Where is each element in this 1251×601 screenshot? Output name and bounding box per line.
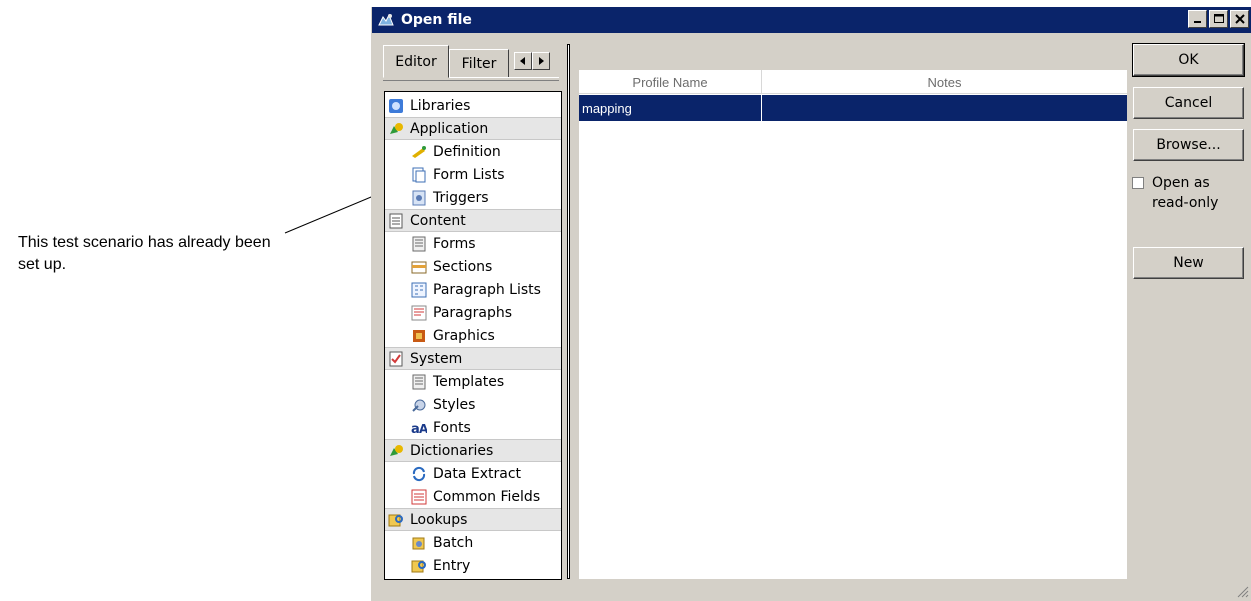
libraries-icon bbox=[388, 98, 404, 114]
tree-item-fonts[interactable]: aA Fonts bbox=[385, 416, 561, 439]
graphics-icon bbox=[411, 328, 427, 344]
list-header: Profile Name Notes bbox=[579, 70, 1127, 94]
tree-item-label: Definition bbox=[433, 143, 501, 160]
app-icon bbox=[377, 11, 395, 29]
dictionaries-icon bbox=[388, 443, 404, 459]
pane-splitter[interactable] bbox=[567, 44, 570, 579]
tree-item-label: Form Lists bbox=[433, 166, 505, 183]
profile-list[interactable]: Profile Name Notes mapping bbox=[579, 70, 1127, 579]
batch-icon bbox=[411, 535, 427, 551]
lookups-icon bbox=[388, 512, 404, 528]
resize-grip-icon[interactable] bbox=[1237, 586, 1249, 598]
tree-item-application[interactable]: Application bbox=[385, 117, 561, 140]
tree-item-sections[interactable]: Sections bbox=[385, 255, 561, 278]
tab-strip: Editor Filter bbox=[383, 45, 559, 83]
tree-item-forms[interactable]: Forms bbox=[385, 232, 561, 255]
table-row[interactable]: mapping bbox=[579, 95, 1127, 121]
tree-item-content[interactable]: Content bbox=[385, 209, 561, 232]
tree-item-label: Dictionaries bbox=[410, 442, 494, 459]
category-tree[interactable]: Libraries Application Definition Form Lists… bbox=[384, 91, 562, 580]
tree-item-label: Lookups bbox=[410, 511, 468, 528]
common-fields-icon bbox=[411, 489, 427, 505]
triggers-icon bbox=[411, 190, 427, 206]
tree-item-label: Paragraph Lists bbox=[433, 281, 541, 298]
ok-button[interactable]: OK bbox=[1132, 43, 1245, 77]
definition-icon bbox=[411, 144, 427, 160]
tab-editor[interactable]: Editor bbox=[383, 45, 449, 78]
column-header-notes[interactable]: Notes bbox=[762, 70, 1127, 94]
tree-item-label: Batch bbox=[433, 534, 474, 551]
tree-item-system[interactable]: System bbox=[385, 347, 561, 370]
tree-item-common-fields[interactable]: Common Fields bbox=[385, 485, 561, 508]
tree-item-dictionaries[interactable]: Dictionaries bbox=[385, 439, 561, 462]
title-bar[interactable]: Open file bbox=[372, 7, 1251, 33]
data-extract-icon bbox=[411, 466, 427, 482]
paragraphs-icon bbox=[411, 305, 427, 321]
new-button[interactable]: New bbox=[1133, 247, 1244, 279]
tree-item-label: Styles bbox=[433, 396, 476, 413]
read-only-label: Open as read-only bbox=[1152, 175, 1219, 211]
tree-item-label: Content bbox=[410, 212, 466, 229]
tree-item-label: Paragraphs bbox=[433, 304, 513, 321]
tree-item-paragraphs[interactable]: Paragraphs bbox=[385, 301, 561, 324]
cancel-button[interactable]: Cancel bbox=[1133, 87, 1244, 119]
read-only-checkbox[interactable] bbox=[1132, 177, 1144, 189]
notes-cell bbox=[762, 95, 1127, 121]
tree-item-templates[interactable]: Templates bbox=[385, 370, 561, 393]
tree-item-label: Libraries bbox=[410, 97, 471, 114]
tree-item-label: Fonts bbox=[433, 419, 471, 436]
tab-scroll-left-icon[interactable] bbox=[514, 52, 532, 70]
tree-item-data-extract[interactable]: Data Extract bbox=[385, 462, 561, 485]
open-file-dialog: Open file Editor Filter Libraries Applic… bbox=[371, 7, 1251, 601]
system-icon bbox=[388, 351, 404, 367]
profile-name-cell: mapping bbox=[579, 95, 762, 121]
tree-item-entry[interactable]: Entry bbox=[385, 554, 561, 577]
tree-item-styles[interactable]: Styles bbox=[385, 393, 561, 416]
forms-icon bbox=[411, 236, 427, 252]
tree-item-triggers[interactable]: Triggers bbox=[385, 186, 561, 209]
tree-item-form-lists[interactable]: Form Lists bbox=[385, 163, 561, 186]
tree-item-label: Triggers bbox=[433, 189, 489, 206]
close-icon[interactable] bbox=[1230, 10, 1249, 28]
maximize-icon[interactable] bbox=[1209, 10, 1228, 28]
content-icon bbox=[388, 213, 404, 229]
tree-item-label: Sections bbox=[433, 258, 493, 275]
tree-item-paragraph-lists[interactable]: Paragraph Lists bbox=[385, 278, 561, 301]
tree-item-definition[interactable]: Definition bbox=[385, 140, 561, 163]
tree-item-label: System bbox=[410, 350, 463, 367]
templates-icon bbox=[411, 374, 427, 390]
window-title: Open file bbox=[401, 12, 472, 28]
tree-item-libraries[interactable]: Libraries bbox=[385, 94, 561, 117]
svg-text:A: A bbox=[419, 422, 427, 436]
tree-item-label: Templates bbox=[433, 373, 505, 390]
entry-icon bbox=[411, 558, 427, 574]
tree-item-label: Entry bbox=[433, 557, 471, 574]
callout-annotation: This test scenario has already been set … bbox=[18, 234, 271, 273]
tree-item-label: Common Fields bbox=[433, 488, 541, 505]
paragraph-lists-icon bbox=[411, 282, 427, 298]
tree-item-label: Application bbox=[410, 120, 489, 137]
sections-icon bbox=[411, 259, 427, 275]
tree-item-label: Forms bbox=[433, 235, 476, 252]
read-only-option[interactable]: Open as read-only bbox=[1132, 173, 1247, 213]
tree-item-lookups[interactable]: Lookups bbox=[385, 508, 561, 531]
application-icon bbox=[388, 121, 404, 137]
minimize-icon[interactable] bbox=[1188, 10, 1207, 28]
browse-button[interactable]: Browse... bbox=[1133, 129, 1244, 161]
form-lists-icon bbox=[411, 167, 427, 183]
tree-item-graphics[interactable]: Graphics bbox=[385, 324, 561, 347]
styles-icon bbox=[411, 397, 427, 413]
tab-filter[interactable]: Filter bbox=[449, 49, 509, 78]
fonts-icon: aA bbox=[411, 420, 427, 436]
tab-scroll-right-icon[interactable] bbox=[532, 52, 550, 70]
tree-item-label: Data Extract bbox=[433, 465, 522, 482]
tree-item-batch[interactable]: Batch bbox=[385, 531, 561, 554]
column-header-profile-name[interactable]: Profile Name bbox=[579, 70, 762, 94]
tree-item-label: Graphics bbox=[433, 327, 495, 344]
